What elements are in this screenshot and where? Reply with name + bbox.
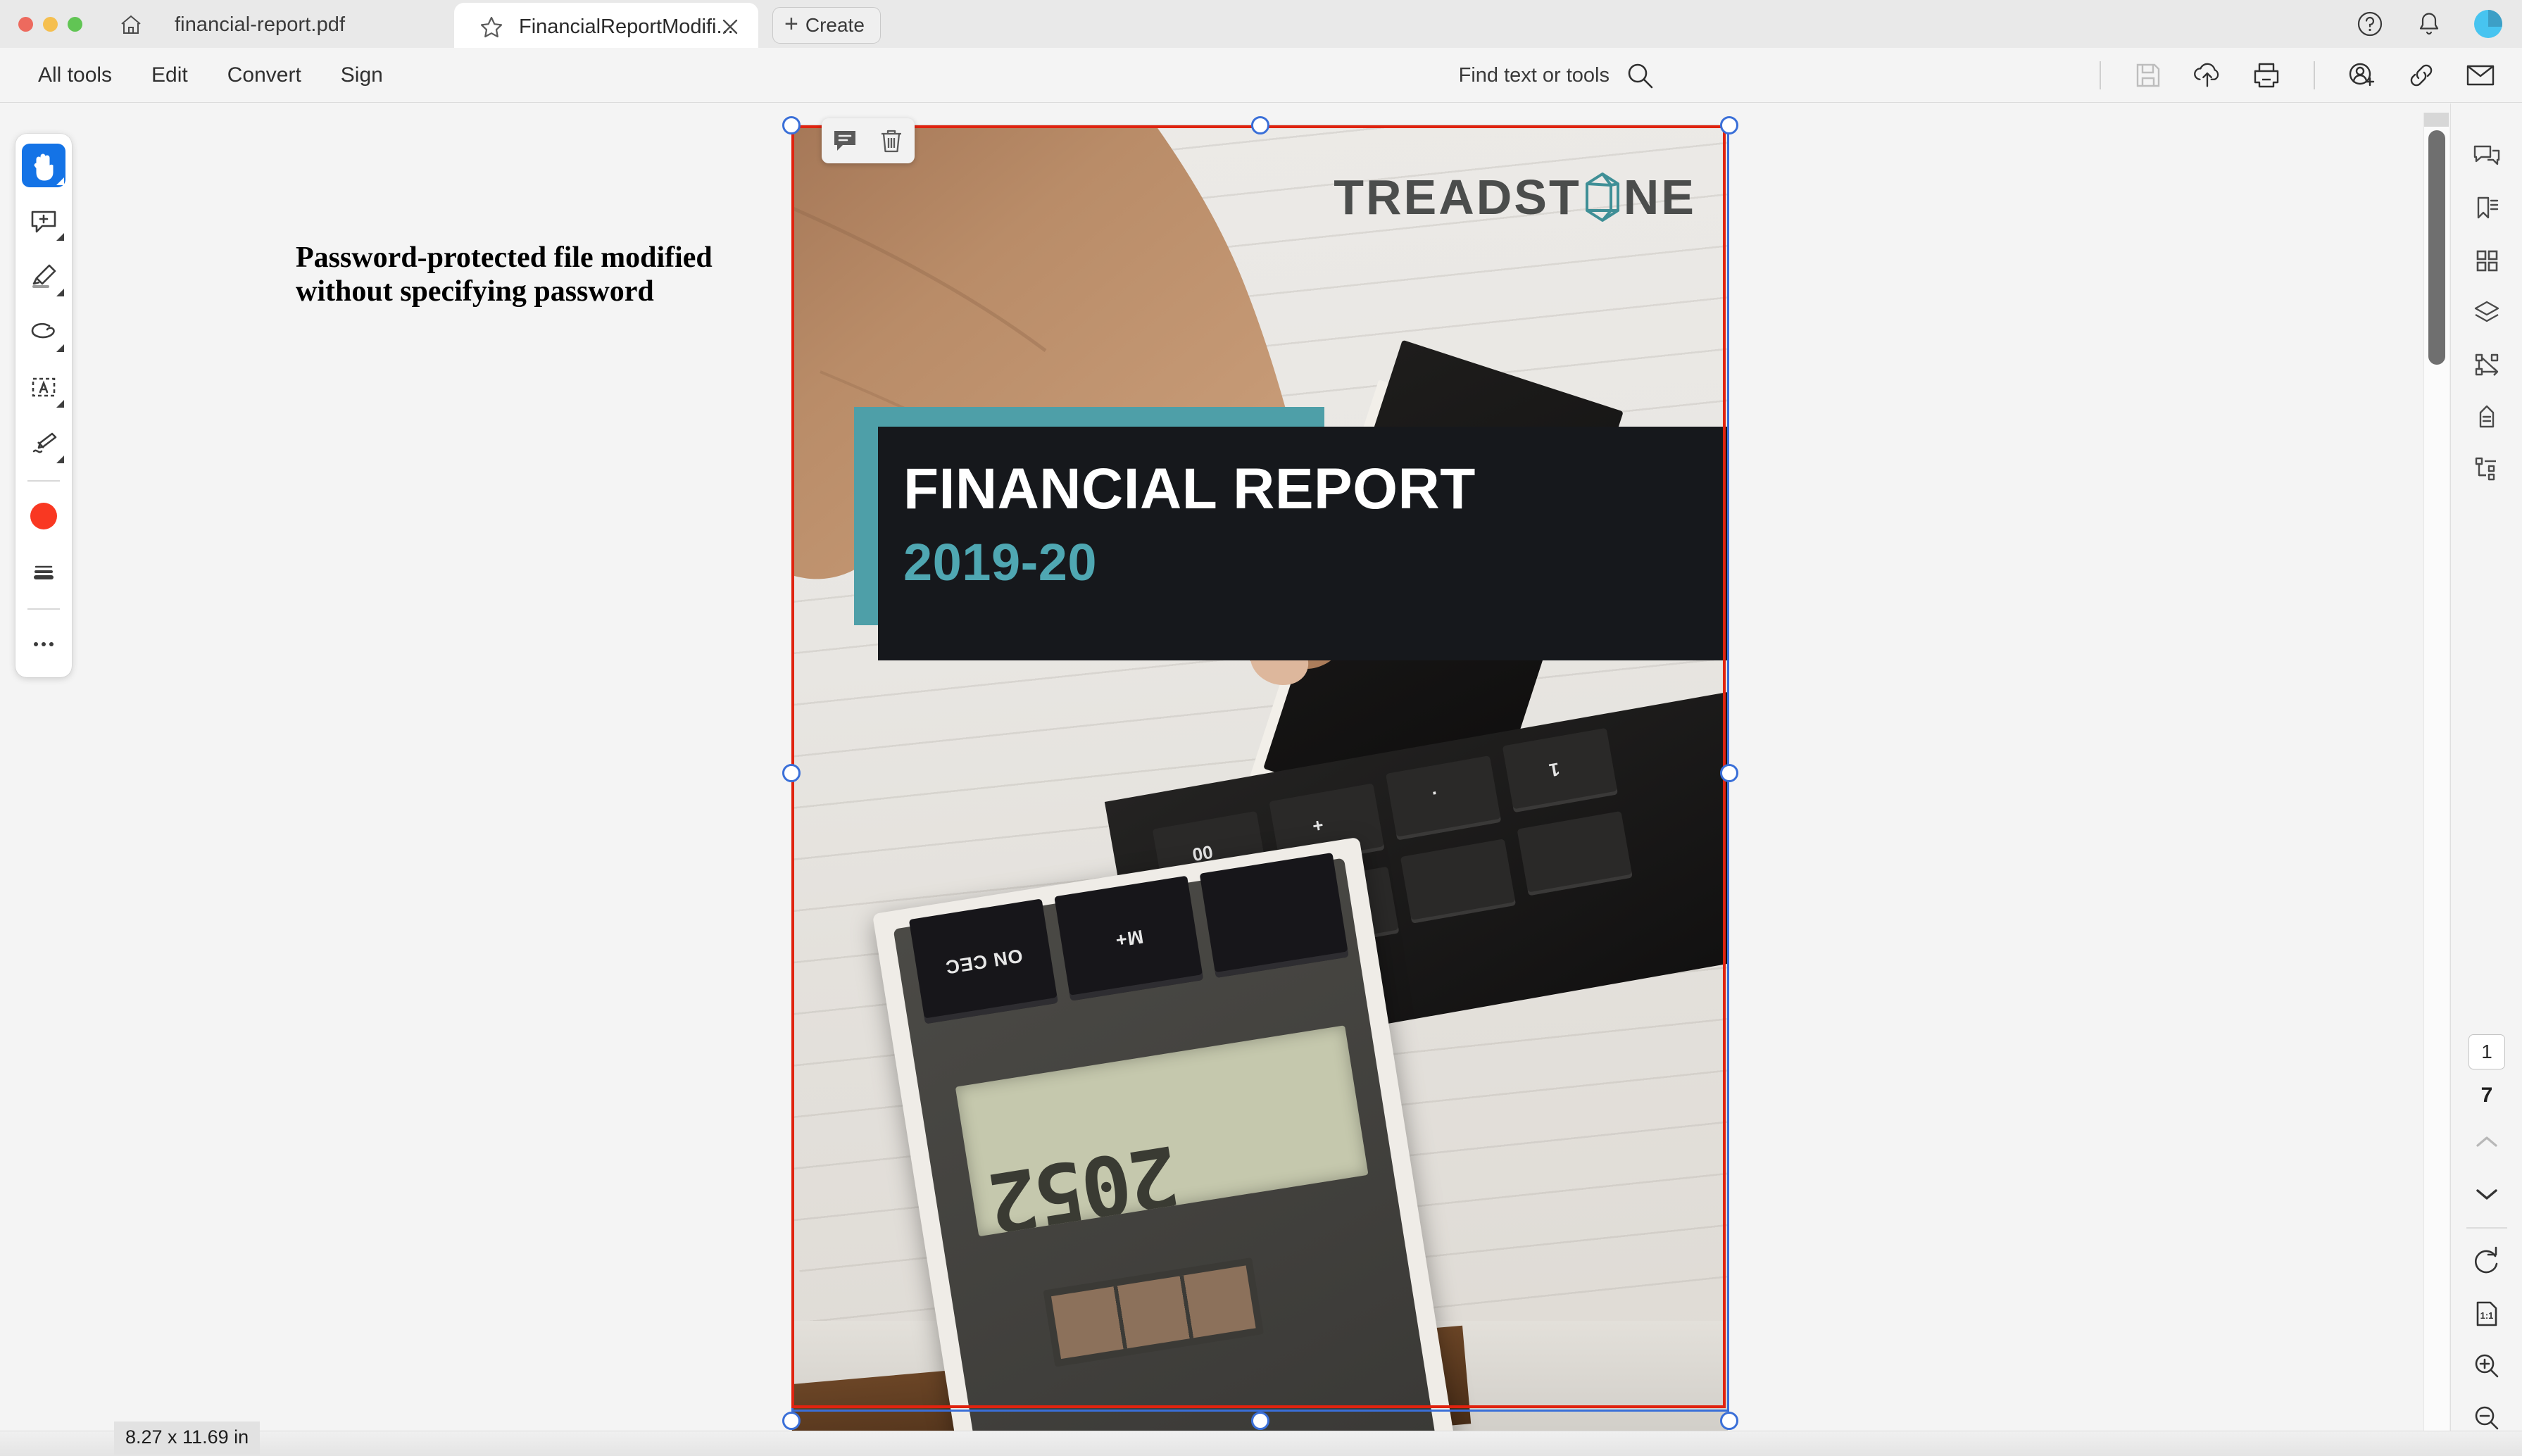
current-page-input[interactable]: 1 bbox=[2468, 1034, 2505, 1069]
notification-bell-icon[interactable] bbox=[2415, 10, 2443, 38]
rotate-icon[interactable] bbox=[2451, 1236, 2522, 1288]
close-window-button[interactable] bbox=[18, 17, 33, 32]
hand-tool[interactable] bbox=[22, 144, 65, 187]
minimize-window-button[interactable] bbox=[43, 17, 58, 32]
toolbar-divider-1 bbox=[2100, 61, 2101, 89]
logo-text-before: TREADST bbox=[1334, 170, 1581, 225]
trash-delete-icon[interactable] bbox=[877, 127, 905, 155]
rail-divider-1 bbox=[27, 480, 60, 482]
right-rail-divider bbox=[2466, 1227, 2507, 1229]
gem-stone-icon bbox=[1583, 171, 1622, 223]
print-icon[interactable] bbox=[2250, 59, 2283, 92]
next-page-button[interactable] bbox=[2451, 1168, 2522, 1220]
thumbnails-panel-icon[interactable] bbox=[2451, 234, 2522, 287]
layers-panel-icon[interactable] bbox=[2451, 287, 2522, 339]
tab-label: FinancialReportModifi... bbox=[519, 15, 734, 38]
link-icon[interactable] bbox=[2405, 59, 2438, 92]
calculator-solar-panel bbox=[1043, 1257, 1265, 1367]
calculator-lcd: 2052 bbox=[955, 1025, 1369, 1237]
scrollbar-track-cap bbox=[2424, 113, 2449, 127]
email-icon[interactable] bbox=[2464, 59, 2497, 92]
treadstone-logo: TREADST NE bbox=[1334, 169, 1696, 225]
menu-edit[interactable]: Edit bbox=[132, 63, 208, 87]
pdf-page-1[interactable]: 00 + . 1 ON CEC M+ 2052 TREADST NE FINAN… bbox=[791, 125, 1728, 1431]
comments-panel-icon[interactable] bbox=[2451, 130, 2522, 182]
page-artwork: 00 + . 1 ON CEC M+ 2052 TREADST NE FINAN… bbox=[792, 125, 1727, 1431]
selection-floating-toolbar bbox=[822, 118, 915, 163]
menu-all-tools[interactable]: All tools bbox=[18, 63, 132, 87]
pdf-reader-window: financial-report.pdf FinancialReportModi… bbox=[0, 0, 2522, 1456]
status-bar bbox=[0, 1431, 2522, 1456]
highlighter-tool[interactable] bbox=[22, 255, 65, 299]
svg-text:1:1: 1:1 bbox=[2480, 1310, 2494, 1321]
menu-items: All tools Edit Convert Sign bbox=[18, 48, 403, 103]
chevron-expand-icon[interactable] bbox=[56, 289, 64, 296]
logo-text-after: NE bbox=[1623, 170, 1696, 225]
red-color-circle[interactable] bbox=[30, 503, 57, 529]
previous-page-button[interactable] bbox=[2451, 1116, 2522, 1168]
fit-actual-size-icon[interactable]: 1:1 bbox=[2451, 1288, 2522, 1340]
comment-icon[interactable] bbox=[831, 127, 859, 155]
more-options[interactable] bbox=[22, 622, 65, 666]
workflow-panel-icon[interactable] bbox=[2451, 339, 2522, 391]
plus-icon: + bbox=[784, 11, 798, 37]
window-document-name: financial-report.pdf bbox=[175, 13, 346, 36]
rail-divider-2 bbox=[27, 608, 60, 610]
toolbar-divider-2 bbox=[2314, 61, 2315, 89]
tags-panel-icon[interactable] bbox=[2451, 391, 2522, 443]
annotation-text[interactable]: Password-protected file modified without… bbox=[296, 241, 718, 309]
menu-convert[interactable]: Convert bbox=[208, 63, 321, 87]
search-icon[interactable] bbox=[1625, 61, 1655, 90]
close-icon[interactable] bbox=[717, 14, 743, 39]
report-title: FINANCIAL REPORT bbox=[903, 457, 1476, 521]
line-thickness-tool[interactable] bbox=[22, 550, 65, 594]
structure-tree-panel-icon[interactable] bbox=[2451, 443, 2522, 495]
save-icon[interactable] bbox=[2132, 59, 2164, 92]
window-controls bbox=[18, 17, 82, 32]
signature-tool[interactable] bbox=[22, 422, 65, 465]
color-swatch[interactable] bbox=[22, 494, 65, 538]
scrollbar-thumb[interactable] bbox=[2428, 130, 2445, 365]
tab-financial-report[interactable]: FinancialReportModifi... bbox=[454, 3, 758, 51]
page-navigation: 1 7 1:1 bbox=[2451, 1034, 2522, 1444]
calculator-display-value: 2052 bbox=[983, 1126, 1186, 1237]
find-group[interactable]: Find text or tools bbox=[1459, 48, 1655, 103]
bookmarks-panel-icon[interactable] bbox=[2451, 182, 2522, 234]
chevron-expand-icon[interactable] bbox=[56, 456, 64, 463]
left-tool-rail bbox=[15, 134, 72, 677]
report-year: 2019-20 bbox=[903, 533, 1098, 591]
find-label: Find text or tools bbox=[1458, 63, 1610, 87]
document-viewport[interactable]: 00 + . 1 ON CEC M+ 2052 TREADST NE FINAN… bbox=[0, 103, 2450, 1431]
chevron-expand-icon[interactable] bbox=[56, 400, 64, 408]
menu-sign[interactable]: Sign bbox=[321, 63, 403, 87]
right-panel-rail: 1 7 1:1 bbox=[2450, 103, 2522, 1456]
calc-key-mplus: M+ bbox=[1113, 925, 1145, 951]
zoom-in-icon[interactable] bbox=[2451, 1340, 2522, 1392]
quick-tools bbox=[2095, 48, 2497, 103]
page-size-tooltip: 8.27 x 11.69 in bbox=[114, 1422, 261, 1455]
total-pages-label: 7 bbox=[2480, 1084, 2493, 1107]
chevron-expand-icon[interactable] bbox=[56, 344, 64, 352]
user-avatar[interactable] bbox=[2474, 10, 2502, 38]
chevron-expand-icon[interactable] bbox=[56, 233, 64, 241]
draw-lasso-tool[interactable] bbox=[22, 310, 65, 354]
home-icon[interactable] bbox=[120, 14, 142, 35]
chevron-expand-icon[interactable] bbox=[56, 177, 64, 185]
menu-bar: All tools Edit Convert Sign Find text or… bbox=[0, 48, 2522, 103]
add-comment-tool[interactable] bbox=[22, 199, 65, 243]
star-icon[interactable] bbox=[479, 15, 503, 38]
help-circle-icon[interactable] bbox=[2356, 10, 2384, 38]
cloud-upload-icon[interactable] bbox=[2191, 59, 2223, 92]
titlebar-right-controls bbox=[2356, 10, 2502, 38]
right-panel-buttons bbox=[2451, 130, 2522, 495]
calc-key-on-cec: ON CEC bbox=[943, 945, 1024, 979]
title-bar: financial-report.pdf FinancialReportModi… bbox=[0, 0, 2522, 51]
add-person-icon[interactable] bbox=[2346, 59, 2378, 92]
text-box-tool[interactable] bbox=[22, 366, 65, 410]
create-label: Create bbox=[805, 14, 865, 36]
maximize-window-button[interactable] bbox=[68, 17, 82, 32]
create-button[interactable]: + Create bbox=[772, 7, 881, 44]
vertical-scrollbar[interactable] bbox=[2423, 113, 2449, 1433]
calculator-photo: ON CEC M+ 2052 bbox=[872, 836, 1459, 1431]
